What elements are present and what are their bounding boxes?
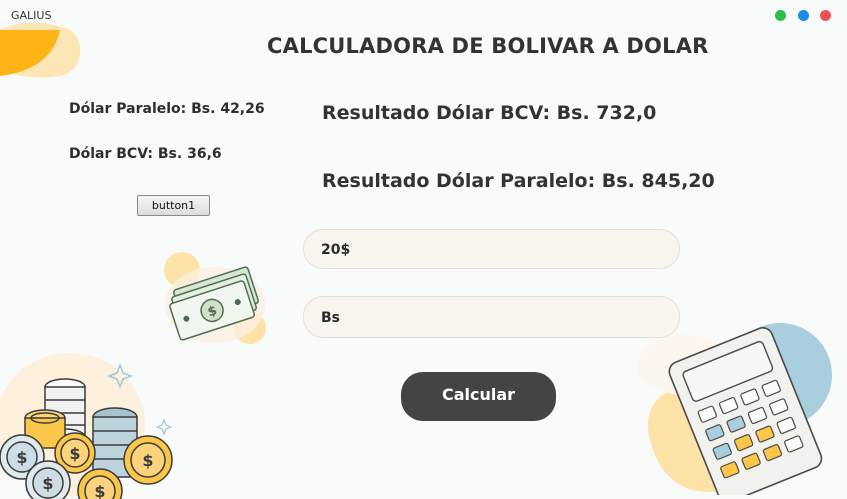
resultado-bcv-label: Resultado Dólar BCV: Bs. 732,0: [322, 102, 657, 124]
minimize-dot-icon[interactable]: [798, 10, 809, 21]
page-title: CALCULADORA DE BOLIVAR A DOLAR: [267, 34, 709, 58]
calcular-button[interactable]: Calcular: [401, 372, 556, 421]
svg-text:$: $: [16, 448, 27, 467]
svg-text:$: $: [94, 482, 105, 499]
usd-amount-input[interactable]: 20$: [303, 229, 680, 269]
title-bar: GALIUS: [0, 0, 847, 30]
resultado-paralelo-label: Resultado Dólar Paralelo: Bs. 845,20: [322, 170, 715, 192]
bs-amount-input[interactable]: Bs: [303, 296, 680, 338]
button1[interactable]: button1: [137, 195, 210, 216]
maximize-dot-icon[interactable]: [775, 10, 786, 21]
dolar-paralelo-label: Dólar Paralelo: Bs. 42,26: [69, 101, 265, 117]
close-dot-icon[interactable]: [820, 10, 831, 21]
svg-text:$: $: [69, 444, 80, 463]
svg-text:$: $: [142, 451, 153, 470]
app-window: GALIUS CALCULADORA DE BOLIVAR A DOLAR Dó…: [0, 0, 847, 499]
app-name: GALIUS: [11, 9, 52, 22]
dolar-bcv-label: Dólar BCV: Bs. 36,6: [69, 146, 222, 162]
banknotes-illustration: $: [164, 252, 266, 344]
svg-text:$: $: [42, 474, 53, 493]
coins-illustration: $ $ $ $ $: [0, 353, 173, 499]
calculator-illustration: [637, 323, 832, 495]
